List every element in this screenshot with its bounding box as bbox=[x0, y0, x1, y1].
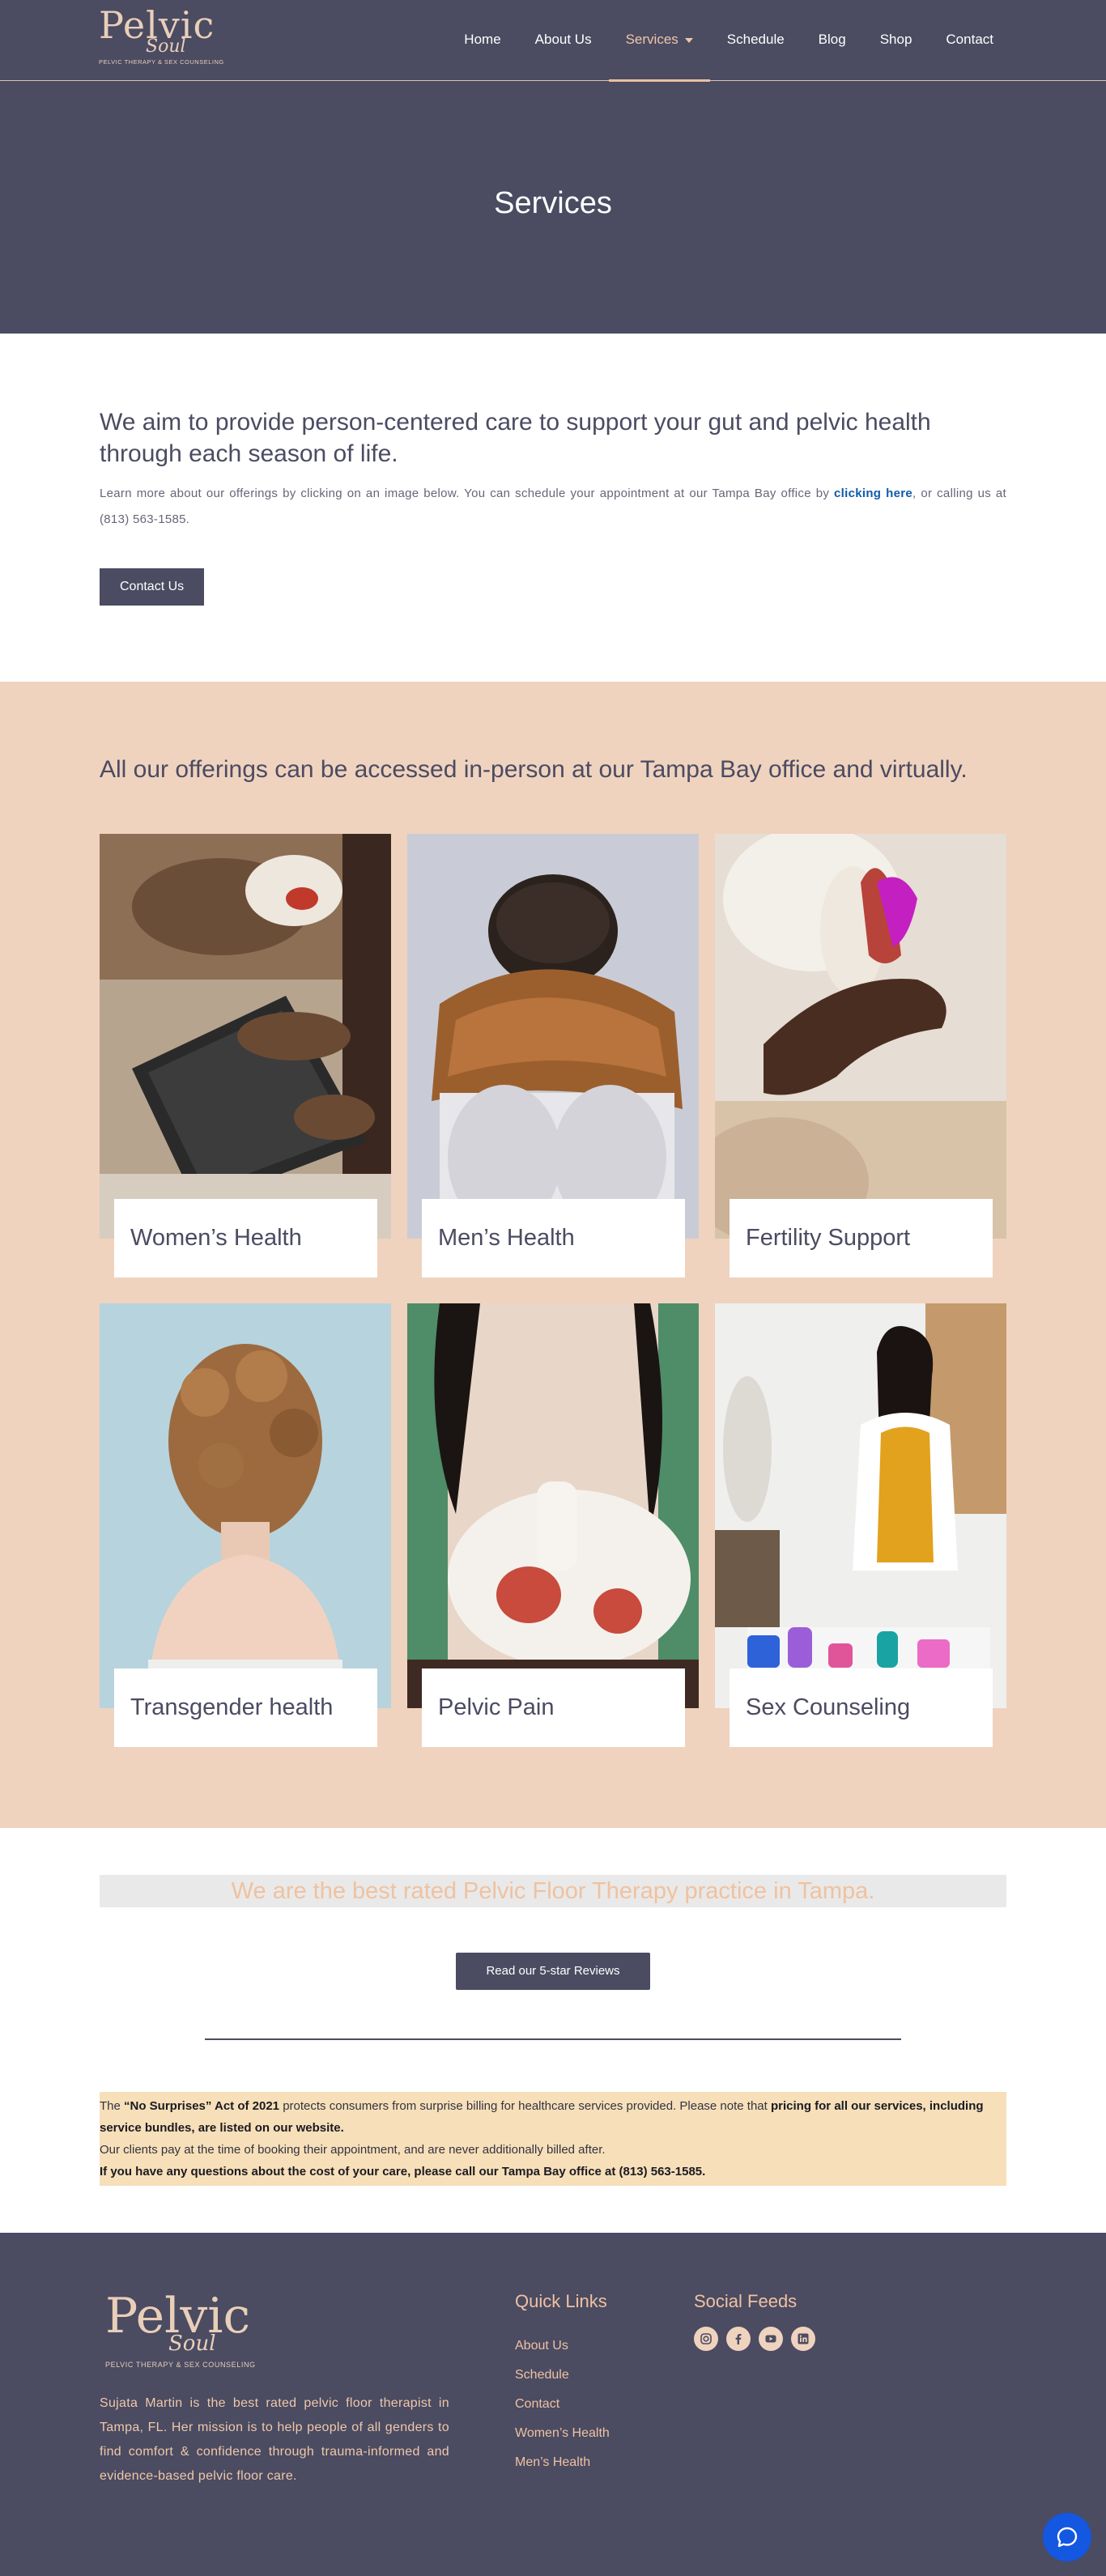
notice-line-1: The “No Surprises” Act of 2021 protects … bbox=[100, 2095, 1006, 2139]
chevron-down-icon bbox=[684, 37, 693, 43]
nav-schedule[interactable]: Schedule bbox=[710, 0, 802, 81]
logo-tagline: PELVIC THERAPY & SEX COUNSELING bbox=[99, 58, 224, 66]
nav-services[interactable]: Services bbox=[608, 0, 710, 82]
instagram-icon[interactable] bbox=[694, 2327, 718, 2351]
social-icons bbox=[694, 2327, 815, 2351]
nav-about-us[interactable]: About Us bbox=[518, 0, 609, 81]
intro-paragraph: Learn more about our offerings by clicki… bbox=[100, 481, 1006, 533]
site-header: Pelvic Soul PELVIC THERAPY & SEX COUNSEL… bbox=[0, 0, 1106, 82]
transgender-health-photo bbox=[100, 1303, 391, 1708]
notice-line-2: Our clients pay at the time of booking t… bbox=[100, 2143, 606, 2157]
mens-health-photo bbox=[407, 834, 699, 1239]
services-grid: Women’s Health Men’s Health Fertility Su… bbox=[100, 834, 1006, 1747]
site-footer: Pelvic Soul PELVIC THERAPY & SEX COUNSEL… bbox=[0, 2233, 1106, 2576]
quick-links-title: Quick Links bbox=[515, 2291, 607, 2311]
linkedin-icon[interactable] bbox=[791, 2327, 815, 2351]
read-reviews-button[interactable]: Read our 5-star Reviews bbox=[456, 1953, 650, 1990]
fertility-support-photo bbox=[715, 834, 1006, 1239]
card-label: Women’s Health bbox=[114, 1199, 377, 1277]
page-title: Services bbox=[494, 185, 612, 220]
footer-link-schedule[interactable]: Schedule bbox=[515, 2361, 610, 2390]
section-divider bbox=[205, 2038, 901, 2040]
notice-line-3: If you have any questions about the cost… bbox=[100, 2161, 1006, 2183]
intro-text-a: Learn more about our offerings by clicki… bbox=[100, 487, 835, 500]
notice-text-c: protects consumers from surprise billing… bbox=[279, 2099, 771, 2113]
card-label: Sex Counseling bbox=[730, 1668, 993, 1747]
quick-links: Quick Links About Us Schedule Contact Wo… bbox=[515, 2291, 610, 2477]
footer-link-womens-health[interactable]: Women’s Health bbox=[515, 2419, 610, 2448]
sex-counseling-photo bbox=[715, 1303, 1006, 1708]
card-label: Fertility Support bbox=[730, 1199, 993, 1277]
notice-text-a: The bbox=[100, 2099, 125, 2113]
nav-home[interactable]: Home bbox=[447, 0, 517, 81]
card-label: Men’s Health bbox=[422, 1199, 685, 1277]
chat-widget-button[interactable] bbox=[1043, 2513, 1091, 2561]
reviews-section: We are the best rated Pelvic Floor Thera… bbox=[0, 1828, 1106, 2233]
schedule-link[interactable]: clicking here bbox=[834, 487, 912, 500]
card-label: Transgender health bbox=[114, 1668, 377, 1747]
service-card-transgender-health[interactable]: Transgender health bbox=[100, 1303, 391, 1747]
nav-shop[interactable]: Shop bbox=[863, 0, 929, 81]
service-card-fertility-support[interactable]: Fertility Support bbox=[715, 834, 1006, 1277]
service-card-sex-counseling[interactable]: Sex Counseling bbox=[715, 1303, 1006, 1747]
footer-link-contact[interactable]: Contact bbox=[515, 2390, 610, 2419]
card-label: Pelvic Pain bbox=[422, 1668, 685, 1747]
footer-about: Sujata Martin is the best rated pelvic f… bbox=[100, 2396, 449, 2483]
best-rated-banner: We are the best rated Pelvic Floor Thera… bbox=[100, 1875, 1006, 1907]
offerings-heading: All our offerings can be accessed in-per… bbox=[100, 756, 968, 783]
hero-banner: Services bbox=[0, 81, 1106, 334]
social-feeds: Social Feeds bbox=[694, 2291, 815, 2351]
main-nav: Home About Us Services Schedule Blog Sho… bbox=[447, 0, 1010, 82]
contact-us-button[interactable]: Contact Us bbox=[100, 568, 205, 606]
footer-link-mens-health[interactable]: Men’s Health bbox=[515, 2448, 610, 2477]
footer-link-about-us[interactable]: About Us bbox=[515, 2332, 610, 2361]
site-logo[interactable]: Pelvic Soul PELVIC THERAPY & SEX COUNSEL… bbox=[99, 6, 224, 74]
chat-bubble-icon bbox=[1057, 2527, 1078, 2548]
footer-logo-tagline: PELVIC THERAPY & SEX COUNSELING bbox=[105, 2361, 256, 2369]
nav-services-label: Services bbox=[625, 32, 678, 47]
womens-health-photo bbox=[100, 834, 391, 1239]
intro-heading: We aim to provide person-centered care t… bbox=[100, 409, 931, 467]
service-card-mens-health[interactable]: Men’s Health bbox=[407, 834, 699, 1277]
nav-contact[interactable]: Contact bbox=[929, 0, 1010, 81]
nav-blog[interactable]: Blog bbox=[802, 0, 863, 81]
footer-logo[interactable]: Pelvic Soul PELVIC THERAPY & SEX COUNSEL… bbox=[105, 2292, 256, 2369]
quick-links-list: About Us Schedule Contact Women’s Health… bbox=[515, 2332, 610, 2477]
youtube-icon[interactable] bbox=[759, 2327, 783, 2351]
social-feeds-title: Social Feeds bbox=[694, 2291, 798, 2311]
pelvic-pain-photo bbox=[407, 1303, 699, 1708]
service-card-pelvic-pain[interactable]: Pelvic Pain bbox=[407, 1303, 699, 1747]
notice-contact: If you have any questions about the cost… bbox=[100, 2165, 706, 2179]
offerings-section: All our offerings can be accessed in-per… bbox=[0, 682, 1106, 1828]
intro-section: We aim to provide person-centered care t… bbox=[0, 334, 1106, 682]
notice-act-name: “No Surprises” Act of 2021 bbox=[124, 2099, 280, 2113]
facebook-icon[interactable] bbox=[726, 2327, 751, 2351]
no-surprises-notice: The “No Surprises” Act of 2021 protects … bbox=[100, 2092, 1006, 2186]
service-card-womens-health[interactable]: Women’s Health bbox=[100, 834, 391, 1277]
